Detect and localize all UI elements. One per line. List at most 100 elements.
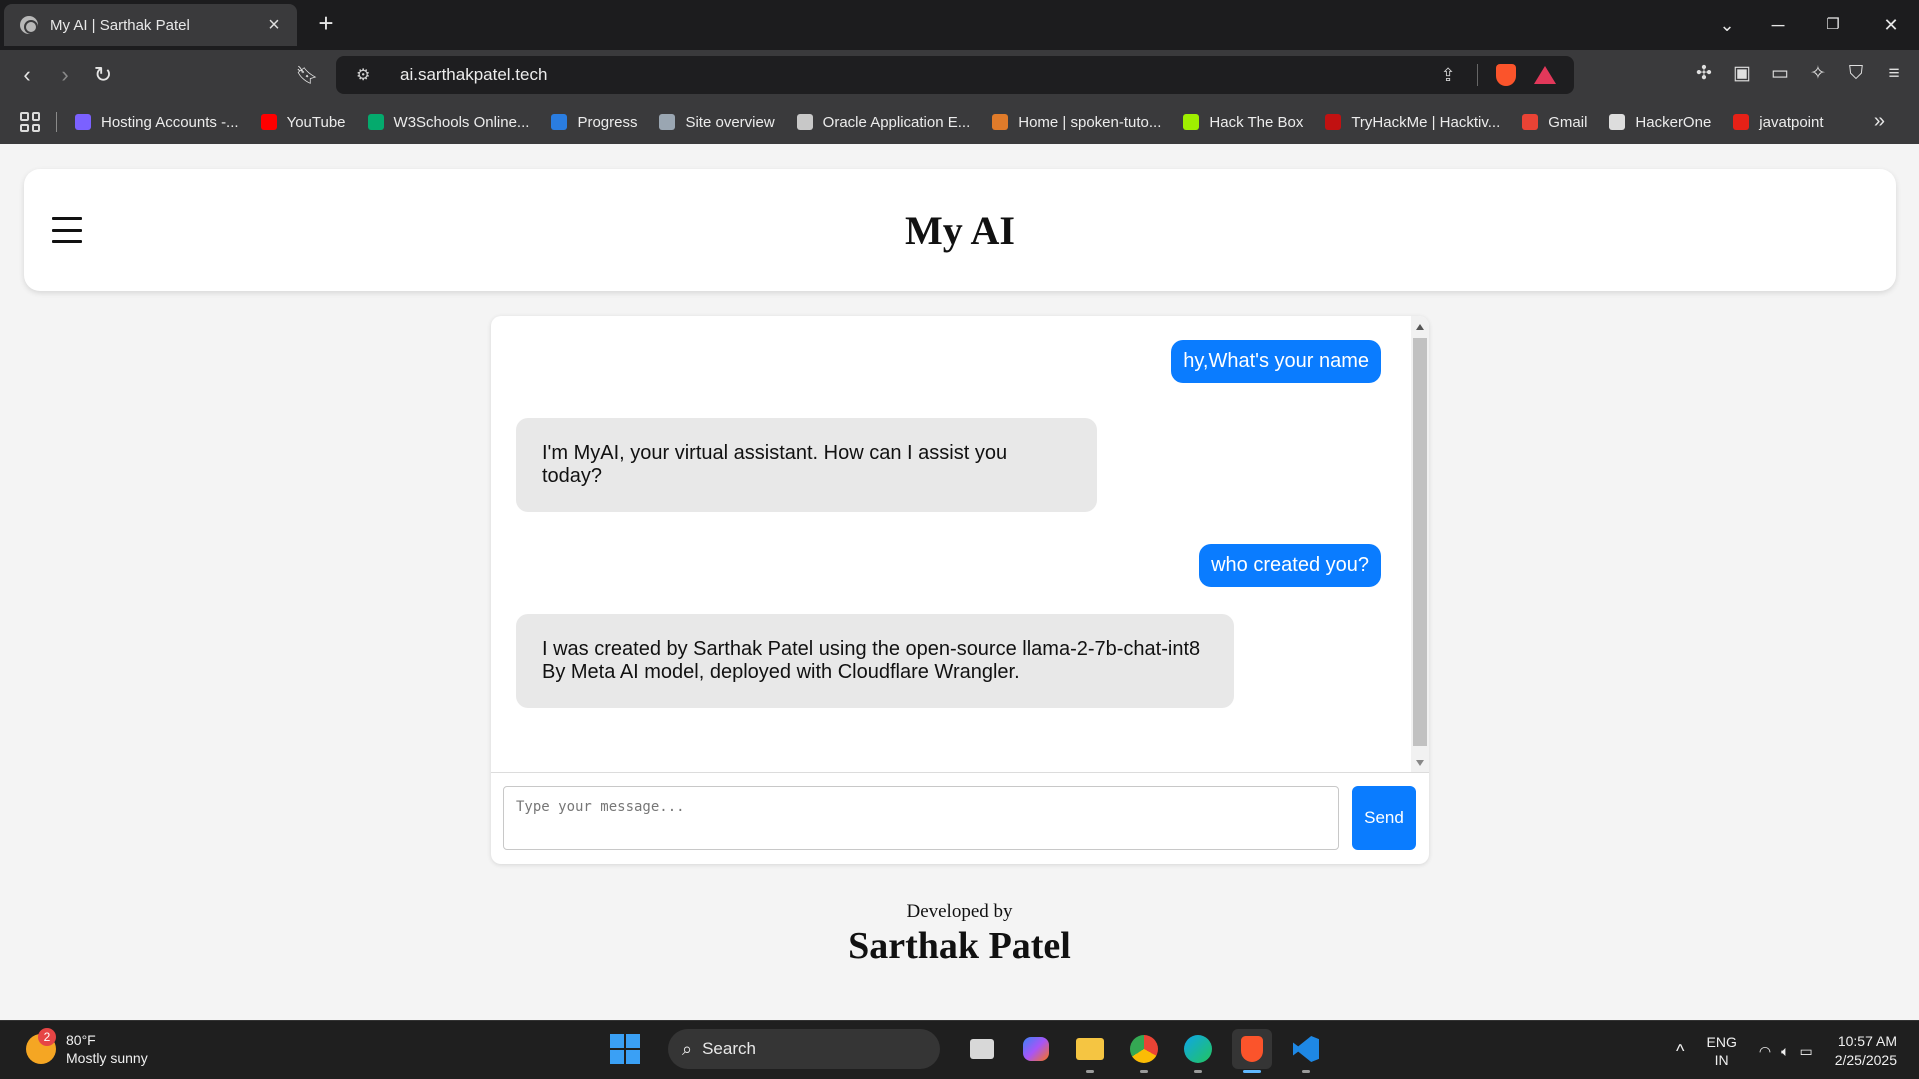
- bookmark-item[interactable]: Hack The Box: [1183, 114, 1303, 131]
- bookmark-label: HackerOne: [1635, 113, 1712, 131]
- bookmark-item[interactable]: Gmail: [1522, 114, 1587, 131]
- chrome-icon[interactable]: [1124, 1029, 1164, 1073]
- file-explorer-icon[interactable]: [1070, 1029, 1110, 1073]
- bookmark-item[interactable]: Hosting Accounts -...: [75, 114, 239, 131]
- scroll-down-arrow-icon[interactable]: [1416, 760, 1424, 766]
- bookmark-favicon-icon: [796, 114, 813, 130]
- notification-badge: 2: [38, 1028, 56, 1046]
- footer-developed-by: Developed by: [906, 901, 1013, 922]
- chat-container: hy,What's your name I'm MyAI, your virtu…: [491, 316, 1429, 864]
- bookmark-item[interactable]: TryHackMe | Hacktiv...: [1325, 114, 1500, 131]
- tab-search-chevron-icon[interactable]: ⌄: [1712, 10, 1742, 40]
- share-icon[interactable]: ⇪: [1437, 64, 1459, 86]
- weather-temperature: 80°F: [66, 1032, 96, 1048]
- language-indicator[interactable]: ENG IN: [1707, 1033, 1737, 1069]
- battery-icon[interactable]: ▭: [1799, 1042, 1812, 1060]
- edge-icon[interactable]: [1178, 1029, 1218, 1073]
- restore-button[interactable]: ❐: [1818, 10, 1848, 40]
- bookmark-label: Oracle Application E...: [822, 113, 971, 131]
- bookmark-favicon-icon: [260, 114, 277, 130]
- bookmark-item[interactable]: HackerOne: [1609, 114, 1711, 131]
- sidebar-icon[interactable]: ▣: [1730, 62, 1754, 86]
- bookmark-label: YouTube: [286, 113, 346, 131]
- volume-icon[interactable]: 🔈︎: [1781, 1042, 1789, 1060]
- bookmark-favicon-icon: [551, 114, 568, 130]
- page-content: My AI hy,What's your name I'm MyAI, your…: [0, 144, 1919, 1020]
- close-window-button[interactable]: ✕: [1876, 10, 1906, 40]
- bookmark-label: W3Schools Online...: [393, 113, 530, 131]
- close-tab-icon[interactable]: ×: [263, 14, 285, 37]
- copilot-icon[interactable]: [1016, 1029, 1056, 1069]
- bookmark-item[interactable]: Oracle Application E...: [796, 113, 971, 131]
- task-view-icon[interactable]: [962, 1029, 1002, 1069]
- bookmark-label: Progress: [577, 113, 638, 131]
- bookmark-favicon-icon: [659, 114, 676, 130]
- clock-time: 10:57 AM: [1837, 1032, 1897, 1049]
- minimize-button[interactable]: ─: [1763, 10, 1793, 40]
- brave-rewards-icon[interactable]: [1534, 66, 1556, 84]
- site-header: My AI: [24, 169, 1896, 291]
- taskbar-apps: ⌕ Search: [610, 1029, 1326, 1073]
- bookmark-favicon-icon: [1609, 114, 1626, 130]
- bookmark-label: TryHackMe | Hacktiv...: [1351, 113, 1501, 131]
- chat-scrollbar[interactable]: [1411, 316, 1429, 772]
- bookmark-icon[interactable]: 🔖︎: [292, 60, 322, 90]
- weather-widget[interactable]: 2 80°F Mostly sunny: [26, 1028, 148, 1067]
- weather-condition: Mostly sunny: [66, 1050, 148, 1066]
- system-tray: ^ ENG IN ◠ 🔈︎ ▭ 10:57 AM 2/25/2025: [1676, 1021, 1919, 1079]
- forward-button[interactable]: ›: [50, 60, 80, 90]
- bookmark-item[interactable]: Site overview: [659, 113, 775, 131]
- user-message: hy,What's your name: [1171, 340, 1381, 383]
- brave-shields-icon[interactable]: [1496, 64, 1516, 86]
- bot-message: I was created by Sarthak Patel using the…: [516, 614, 1234, 708]
- send-button[interactable]: Send: [1352, 786, 1416, 850]
- site-title: My AI: [905, 208, 1015, 253]
- bookmark-favicon-icon: [1733, 114, 1750, 130]
- clock[interactable]: 10:57 AM 2/25/2025: [1835, 1032, 1897, 1070]
- footer-developer-name: Sarthak Patel: [848, 925, 1071, 967]
- bookmark-label: Home | spoken-tuto...: [1018, 113, 1162, 131]
- bookmark-favicon-icon: [992, 114, 1009, 130]
- vscode-icon[interactable]: [1286, 1029, 1326, 1073]
- new-tab-button[interactable]: +: [312, 9, 340, 39]
- bookmark-label: Gmail: [1548, 113, 1588, 131]
- user-message: who created you?: [1199, 544, 1381, 587]
- bookmark-item[interactable]: W3Schools Online...: [367, 113, 530, 131]
- scrollbar-thumb[interactable]: [1413, 338, 1427, 746]
- message-input[interactable]: [503, 786, 1339, 850]
- wifi-icon[interactable]: ◠: [1759, 1042, 1771, 1060]
- chat-messages: hy,What's your name I'm MyAI, your virtu…: [491, 316, 1411, 772]
- message-composer: Send: [491, 772, 1429, 864]
- bookmark-favicon-icon: [1183, 114, 1200, 130]
- vpn-icon[interactable]: ⛉: [1844, 62, 1868, 86]
- extensions-icon[interactable]: ✣: [1692, 62, 1716, 86]
- menu-icon[interactable]: ≡: [1882, 62, 1906, 86]
- reload-button[interactable]: ↻: [88, 60, 118, 90]
- tab-active[interactable]: My AI | Sarthak Patel ×: [4, 4, 297, 46]
- bookmark-label: Site overview: [685, 113, 775, 131]
- back-button[interactable]: ‹: [12, 60, 42, 90]
- address-bar[interactable]: ⚙ ai.sarthakpatel.tech ⇪: [336, 56, 1574, 94]
- clock-date: 2/25/2025: [1834, 1051, 1897, 1068]
- leo-ai-icon[interactable]: ✧: [1806, 62, 1830, 86]
- bookmark-label: javatpoint: [1759, 113, 1824, 131]
- bookmark-item[interactable]: Home | spoken-tuto...: [992, 114, 1161, 131]
- bookmark-favicon-icon: [1522, 114, 1539, 130]
- bookmarks-separator: [56, 112, 57, 132]
- apps-grid-icon[interactable]: [20, 112, 40, 132]
- url-text: ai.sarthakpatel.tech: [400, 65, 548, 84]
- brave-browser-icon[interactable]: [1232, 1029, 1272, 1073]
- taskbar-search[interactable]: ⌕ Search: [668, 1029, 940, 1069]
- more-bookmarks-icon[interactable]: »: [1874, 110, 1885, 133]
- bookmark-item[interactable]: YouTube: [260, 113, 346, 131]
- wallet-icon[interactable]: ▭: [1768, 62, 1792, 86]
- taskbar-search-label: Search: [702, 1039, 756, 1058]
- windows-start-icon[interactable]: [610, 1034, 640, 1064]
- bookmark-item[interactable]: javatpoint: [1733, 113, 1824, 131]
- bookmark-item[interactable]: Progress: [551, 114, 637, 131]
- show-hidden-icons-chevron-icon[interactable]: ^: [1676, 1042, 1684, 1060]
- site-settings-icon[interactable]: ⚙: [356, 65, 378, 85]
- windows-taskbar: 2 80°F Mostly sunny ⌕ Search ^ ENG IN ◠ …: [0, 1020, 1919, 1079]
- scroll-up-arrow-icon[interactable]: [1416, 324, 1424, 330]
- language-code: ENG: [1706, 1033, 1737, 1050]
